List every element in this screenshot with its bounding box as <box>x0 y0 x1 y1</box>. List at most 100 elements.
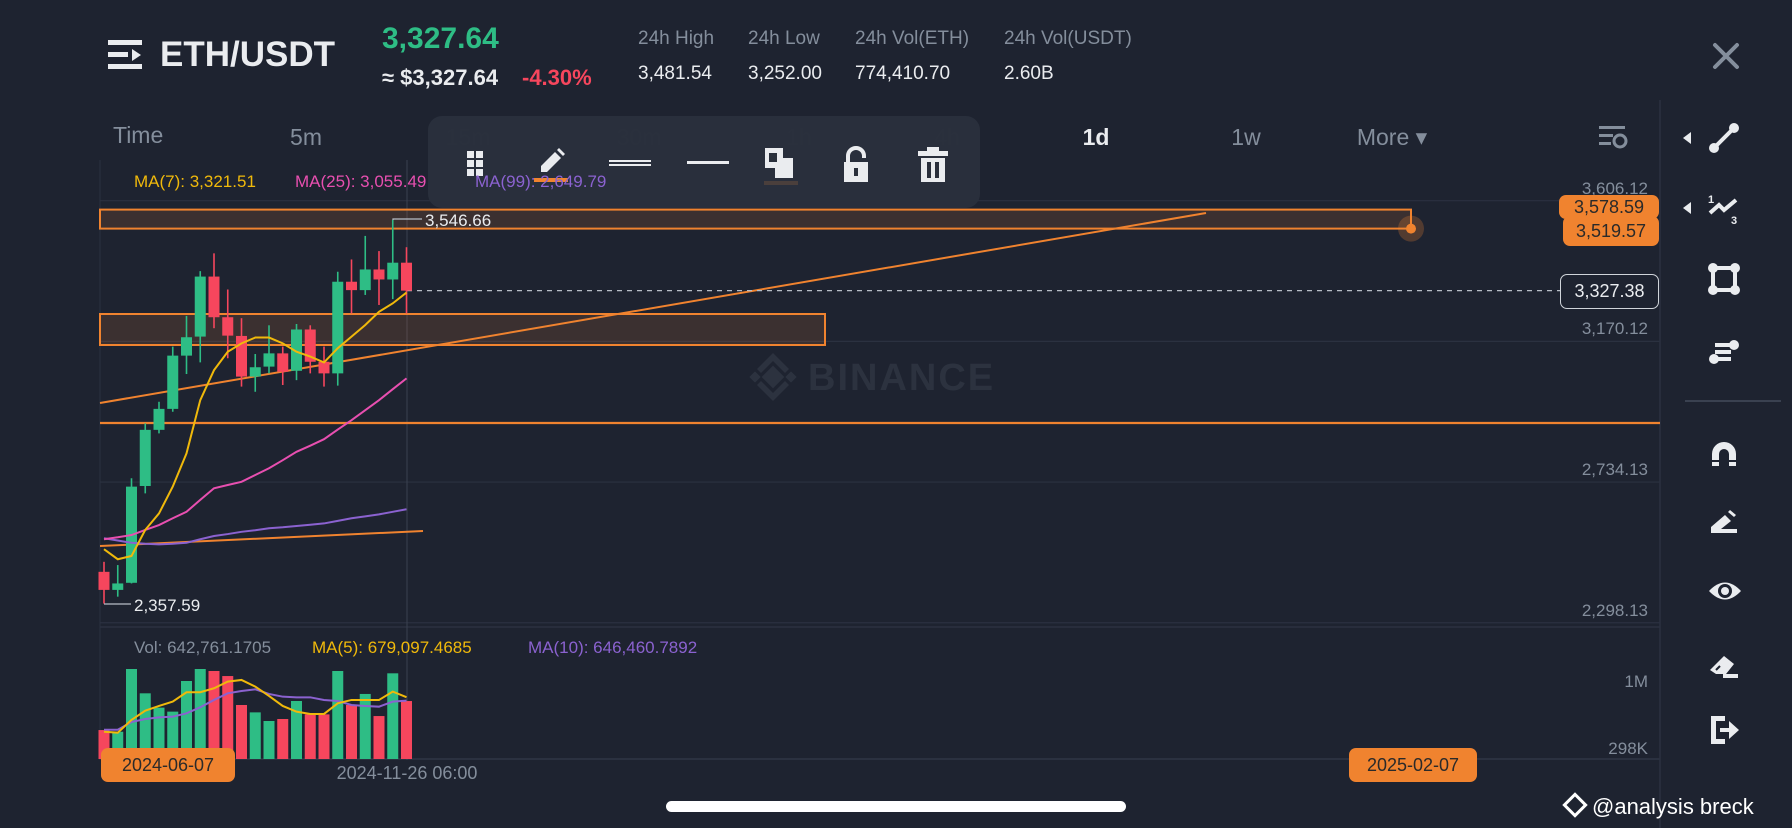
stat-value-24h-high: 3,481.54 <box>638 63 712 84</box>
ma99-legend: MA(99): 2,649.79 <box>475 172 607 191</box>
home-indicator[interactable] <box>666 801 1126 812</box>
price-range-icon[interactable] <box>1707 335 1741 369</box>
price-axis-tick: 2,298.13 <box>1581 600 1648 620</box>
candle-body <box>153 408 165 430</box>
trend-line-icon[interactable] <box>1707 121 1741 155</box>
eraser-icon[interactable] <box>1707 648 1741 682</box>
ma25-legend: MA(25): 3,055.49 <box>295 172 427 191</box>
tab-more[interactable]: More ▾ <box>1357 124 1427 151</box>
ma7-legend: MA(7): 3,321.51 <box>134 172 256 191</box>
magnet-icon[interactable] <box>1707 438 1741 472</box>
crosshair-time-label: 2024-11-26 06:00 <box>336 763 478 783</box>
visibility-icon[interactable] <box>1707 574 1741 608</box>
candle-body <box>139 429 151 486</box>
candle-body <box>181 337 192 356</box>
right-toolbar-separator <box>1685 400 1781 402</box>
stat-label-24h-low: 24h Low <box>748 28 820 49</box>
candle-body <box>318 361 330 374</box>
time-range-start-tag[interactable]: 2024-06-07 <box>101 748 235 782</box>
price-axis-tick: 2,734.13 <box>1581 460 1648 480</box>
candle-body <box>277 353 289 372</box>
volume-bar <box>373 716 385 759</box>
low-price-label: 2,357.59 <box>134 596 200 615</box>
binance-logo-icon <box>1562 792 1588 818</box>
drawing-price-tag-bottom: 3,519.57 <box>1563 216 1659 246</box>
line-width-icon[interactable] <box>686 146 729 182</box>
drawing-toolbar <box>428 116 980 208</box>
candle-body <box>167 355 179 409</box>
volume-ma5-legend: MA(5): 679,097.4685 <box>312 638 472 657</box>
stat-value-24h-vol-usdt: 2.60B <box>1004 63 1054 84</box>
candle-body <box>332 281 344 374</box>
candle-body <box>263 353 275 367</box>
volume-bar <box>304 714 316 759</box>
volume-bar <box>263 721 275 759</box>
price-axis-tick: 3,170.12 <box>1581 319 1648 339</box>
candle-body <box>208 276 220 318</box>
high-price-label: 3,546.66 <box>425 211 491 230</box>
stat-value-24h-vol-eth: 774,410.70 <box>855 63 951 84</box>
candle-body <box>387 262 399 280</box>
candle-body <box>401 262 412 291</box>
drawing-trend-line-upper[interactable] <box>99 212 1207 404</box>
volume-bar <box>359 693 371 759</box>
volume-ma10-legend: MA(10): 646,460.7892 <box>528 638 698 657</box>
current-price-tag: 3,327.38 <box>1560 274 1659 309</box>
volume-bar <box>208 671 220 759</box>
volume-bar <box>277 719 289 759</box>
fill-color-icon[interactable] <box>763 146 799 185</box>
stat-label-24h-vol-eth: 24h Vol(ETH) <box>855 28 970 49</box>
volume-bar <box>222 676 234 759</box>
grid <box>100 200 1660 624</box>
usd-price: ≈ $3,327.64 <box>382 65 499 90</box>
drawing-rectangle-resistance[interactable] <box>99 208 1424 242</box>
candle-body <box>194 276 206 337</box>
volume-legend: Vol: 642,761.1705 <box>134 638 272 657</box>
volume-bar <box>318 714 330 759</box>
unlock-icon[interactable] <box>838 146 874 182</box>
watermark-text: BINANCE <box>808 357 995 399</box>
last-price: 3,327.64 <box>382 22 499 55</box>
trash-icon[interactable] <box>915 146 951 182</box>
volume-axis-tick: 1M <box>1624 672 1648 691</box>
change-percent: -4.30% <box>522 65 592 90</box>
svg-text:1: 1 <box>1708 194 1714 206</box>
candle-body <box>373 269 385 280</box>
volume-bar <box>126 669 137 759</box>
stat-value-24h-low: 3,252.00 <box>748 63 822 84</box>
volume-bars <box>98 669 412 759</box>
tab-1w[interactable]: 1w <box>1231 124 1260 151</box>
line-style-icon[interactable] <box>608 146 651 182</box>
fibonacci-icon[interactable]: 13 <box>1707 191 1741 227</box>
candle-body <box>112 583 124 590</box>
tab-1d[interactable]: 1d <box>1083 124 1110 151</box>
candle-body <box>346 281 357 291</box>
pair-title[interactable]: ETH/USDT <box>160 35 335 75</box>
volume-bar <box>346 705 357 759</box>
candles <box>98 219 412 604</box>
tab-time[interactable]: Time <box>113 122 163 149</box>
close-icon[interactable] <box>1710 40 1742 72</box>
volume-bar <box>332 671 344 759</box>
expand-arrow-icon[interactable] <box>1683 202 1691 214</box>
volume-bar <box>236 705 247 759</box>
time-range-end-tag[interactable]: 2025-02-07 <box>1349 748 1477 782</box>
stat-label-24h-vol-usdt: 24h Vol(USDT) <box>1004 28 1132 49</box>
exit-icon[interactable] <box>1707 713 1741 747</box>
volume-bar <box>387 673 399 759</box>
volume-bar <box>401 701 412 759</box>
rectangle-icon[interactable] <box>1707 262 1741 296</box>
binance-logo-icon <box>749 353 797 401</box>
binance-watermark: BINANCE <box>749 353 995 401</box>
candle-body <box>249 367 261 377</box>
drawing-handle-dot[interactable] <box>1406 223 1416 234</box>
tab-5m[interactable]: 5m <box>290 124 322 151</box>
chart-settings-icon[interactable] <box>1597 124 1629 150</box>
expand-arrow-icon[interactable] <box>1683 132 1691 144</box>
stat-label-24h-high: 24h High <box>638 28 715 49</box>
candle-body <box>222 317 234 336</box>
volume-bar <box>249 712 261 759</box>
svg-text:3: 3 <box>1731 215 1737 225</box>
menu-icon[interactable] <box>108 40 144 70</box>
draw-mode-icon[interactable] <box>1707 503 1741 537</box>
